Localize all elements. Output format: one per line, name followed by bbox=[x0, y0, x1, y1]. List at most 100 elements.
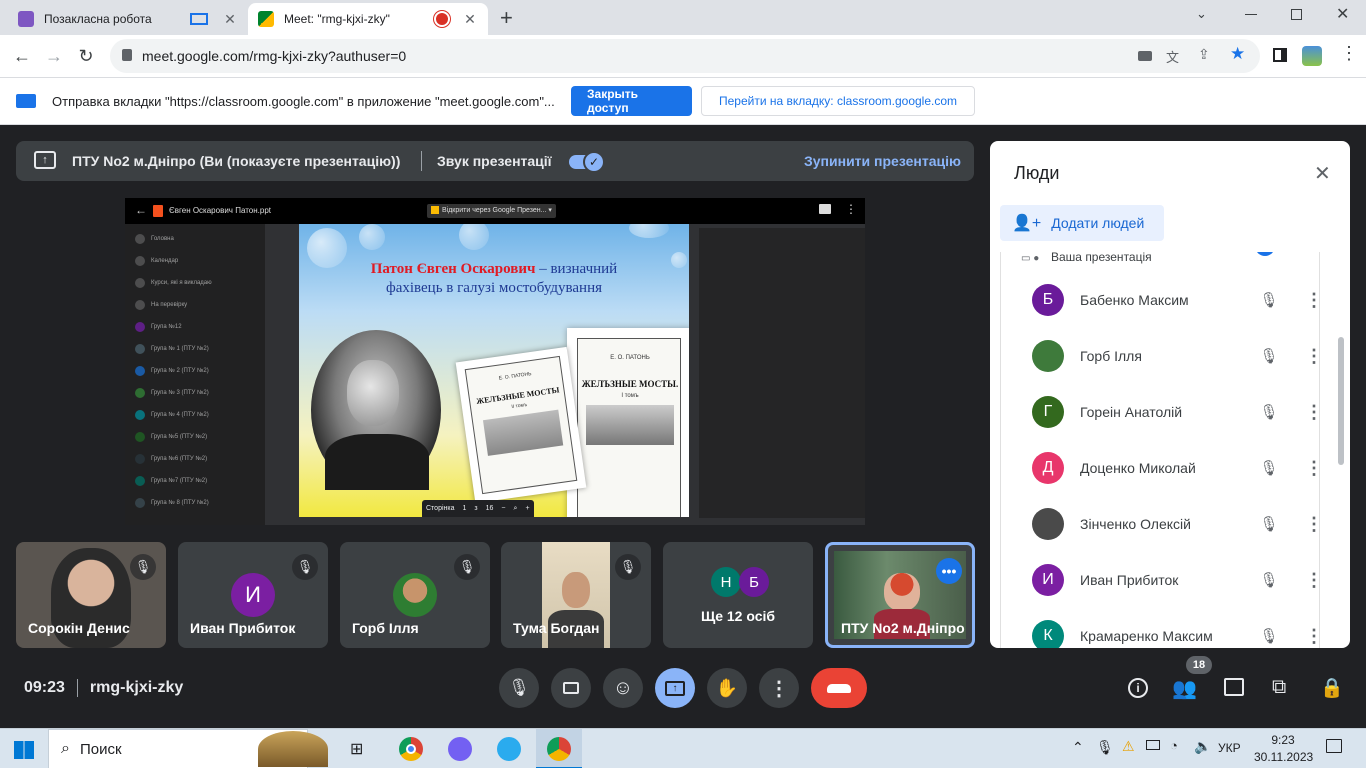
volume-icon[interactable]: 🔈 bbox=[1194, 738, 1211, 755]
translate-icon[interactable]: 文 bbox=[1166, 47, 1179, 66]
back-arrow-icon[interactable]: ← bbox=[135, 203, 147, 217]
tray-warning-icon[interactable]: ⚠ bbox=[1122, 738, 1135, 755]
more-vert-icon[interactable]: ⋮ bbox=[1305, 570, 1319, 591]
stop-presenting-button[interactable]: Зупинити презентацію bbox=[804, 153, 961, 169]
presentation-sound-toggle[interactable]: ✓ bbox=[569, 151, 605, 173]
person-name: Крамаренко Максим bbox=[1080, 628, 1213, 644]
print-icon[interactable] bbox=[819, 204, 831, 214]
task-view-icon[interactable]: ⊞ bbox=[350, 739, 363, 759]
extension-icon[interactable] bbox=[1302, 46, 1322, 66]
address-bar[interactable]: meet.google.com/rmg-kjxi-zky?authuser=0 … bbox=[110, 39, 1260, 73]
more-vert-icon[interactable]: ⋮ bbox=[1305, 514, 1319, 535]
open-with-button[interactable]: Відкрити через Google Презен... ▾ bbox=[427, 204, 556, 218]
reload-icon[interactable]: ↻ bbox=[74, 44, 98, 68]
meeting-details-icon[interactable]: i bbox=[1128, 678, 1148, 698]
more-options-icon[interactable]: ••• bbox=[936, 558, 962, 584]
leave-call-button[interactable] bbox=[811, 668, 867, 708]
share-icon[interactable]: ⇪ bbox=[1198, 46, 1210, 63]
class-icon bbox=[135, 344, 145, 354]
tab-meet[interactable]: Meet: "rmg-kjxi-zky" ✕ bbox=[248, 3, 488, 35]
telegram-icon[interactable] bbox=[497, 737, 521, 761]
people-list[interactable]: ▭ ●Ваша презентація ББабенко Максим🎙⋮Гор… bbox=[1000, 252, 1320, 648]
mic-button[interactable]: 🎙 bbox=[499, 668, 539, 708]
participant-tile[interactable]: 🎙 Сорокін Денис bbox=[16, 542, 166, 648]
participant-tile[interactable]: И 🎙 Иван Прибиток bbox=[178, 542, 328, 648]
browser-menu-icon[interactable]: ⋮ bbox=[1340, 43, 1358, 64]
add-people-button[interactable]: 👤+ Додати людей bbox=[1000, 205, 1164, 241]
language-indicator[interactable]: УКР bbox=[1218, 741, 1241, 755]
activities-icon[interactable]: ⧉ bbox=[1272, 676, 1286, 699]
more-vert-icon[interactable]: ⋮ bbox=[1305, 346, 1319, 367]
muted-mic-icon[interactable]: 🎙 bbox=[1257, 627, 1281, 645]
notifications-icon[interactable] bbox=[1326, 739, 1342, 753]
tray-expand-icon[interactable]: ⌃ bbox=[1072, 739, 1084, 756]
person-row[interactable]: К Крамаренко Максим 🎙 ⋮ bbox=[1001, 608, 1319, 648]
close-tab-icon[interactable]: ✕ bbox=[462, 11, 478, 28]
chrome-icon[interactable] bbox=[399, 737, 423, 761]
person-row[interactable]: Д Доценко Миколай 🎙 ⋮ bbox=[1001, 440, 1319, 496]
new-tab-button[interactable]: + bbox=[500, 5, 513, 31]
more-options-button[interactable]: ⋮ bbox=[759, 668, 799, 708]
close-window-icon[interactable]: ✕ bbox=[1336, 4, 1349, 24]
person-row[interactable]: Горб Ілля 🎙 ⋮ bbox=[1001, 328, 1319, 384]
side-panel-icon[interactable] bbox=[1273, 48, 1287, 62]
switch-to-tab-button[interactable]: Перейти на вкладку: classroom.google.com bbox=[701, 86, 975, 116]
bookmark-star-icon[interactable]: ★ bbox=[1230, 44, 1245, 64]
raise-hand-button[interactable]: ✋ bbox=[707, 668, 747, 708]
more-participants-tile[interactable]: Н Б Ще 12 осіб bbox=[663, 542, 813, 648]
person-row[interactable]: Б Бабенко Максим 🎙 ⋮ bbox=[1001, 272, 1319, 328]
camera-in-use-icon[interactable] bbox=[1138, 51, 1152, 61]
bg-sidebar-label: Група № 3 (ПТУ №2) bbox=[151, 390, 209, 396]
more-vert-icon[interactable]: ⋮ bbox=[1305, 402, 1319, 423]
person-row[interactable]: Г Гореін Анатолій 🎙 ⋮ bbox=[1001, 384, 1319, 440]
bg-sidebar-item: На перевірку bbox=[135, 300, 187, 310]
muted-mic-icon[interactable]: 🎙 bbox=[1257, 403, 1281, 421]
restore-icon[interactable] bbox=[1291, 9, 1302, 20]
more-vert-icon[interactable]: ⋮ bbox=[1305, 626, 1319, 647]
zoom-out-button[interactable]: − bbox=[501, 505, 505, 512]
camera-button[interactable] bbox=[551, 668, 591, 708]
person-row[interactable]: Зінченко Олексій 🎙 ⋮ bbox=[1001, 496, 1319, 552]
more-vert-icon[interactable]: ⋮ bbox=[1305, 458, 1319, 479]
taskbar-clock[interactable]: 9:23 30.11.2023 bbox=[1254, 732, 1313, 766]
close-tab-icon[interactable]: ✕ bbox=[222, 11, 238, 28]
page-number[interactable]: 1 bbox=[463, 505, 467, 512]
back-arrow-icon[interactable]: ← bbox=[10, 44, 34, 68]
wifi-icon[interactable]: ◔ bbox=[1170, 738, 1178, 753]
battery-icon[interactable] bbox=[1146, 740, 1160, 750]
forward-arrow-icon[interactable]: → bbox=[42, 44, 66, 68]
host-controls-icon[interactable]: 🔒 bbox=[1320, 676, 1344, 700]
reactions-button[interactable]: ☺ bbox=[603, 668, 643, 708]
muted-mic-icon[interactable]: 🎙 bbox=[1257, 459, 1281, 477]
self-tile[interactable]: ••• ПТУ No2 м.Дніпро bbox=[825, 542, 975, 648]
zoom-in-button[interactable]: + bbox=[525, 505, 529, 512]
muted-mic-icon[interactable]: 🎙 bbox=[1257, 571, 1281, 589]
tab-search-icon[interactable]: ⌄ bbox=[1196, 6, 1207, 22]
more-vert-icon[interactable]: ⋮ bbox=[1305, 290, 1319, 311]
viewer-menu-icon[interactable]: ⋮ bbox=[845, 202, 857, 216]
url-text: meet.google.com/rmg-kjxi-zky?authuser=0 bbox=[142, 48, 407, 64]
muted-mic-icon[interactable]: 🎙 bbox=[1257, 347, 1281, 365]
tray-mic-icon[interactable]: 🎙 bbox=[1096, 739, 1114, 756]
present-button[interactable]: ↑ bbox=[655, 668, 695, 708]
stop-sharing-button[interactable]: Закрыть доступ bbox=[571, 86, 692, 116]
scrollbar[interactable] bbox=[1338, 337, 1344, 465]
book1-author: Е. О. ПАТОНЬ bbox=[498, 371, 532, 382]
muted-mic-icon[interactable]: 🎙 bbox=[1257, 515, 1281, 533]
people-icon[interactable]: 👥 bbox=[1172, 676, 1197, 701]
minimize-icon[interactable] bbox=[1245, 14, 1257, 15]
viber-icon[interactable] bbox=[448, 737, 472, 761]
muted-mic-icon[interactable]: 🎙 bbox=[1257, 291, 1281, 309]
participant-tile[interactable]: 🎙 Тума Богдан bbox=[501, 542, 651, 648]
chat-icon[interactable] bbox=[1224, 678, 1244, 696]
participant-tile[interactable]: 🎙 Горб Ілля bbox=[340, 542, 490, 648]
your-presentation-row[interactable]: ▭ ● Ваша презентація bbox=[1021, 252, 1311, 266]
person-row[interactable]: И Иван Прибиток 🎙 ⋮ bbox=[1001, 552, 1319, 608]
bubble-decoration bbox=[671, 252, 687, 268]
tab-classroom[interactable]: Позакласна робота ✕ bbox=[8, 3, 248, 35]
windows-start-icon[interactable] bbox=[14, 741, 34, 759]
meet-app-taskbar-button[interactable] bbox=[536, 729, 582, 768]
book-cover-2: Е. О. ПАТОНЬ ЖЕЛЪЗНЫЕ МОСТЫ. I томъ bbox=[567, 328, 689, 517]
close-panel-icon[interactable]: ✕ bbox=[1314, 161, 1331, 186]
zoom-icon[interactable]: ⌕ bbox=[514, 505, 518, 513]
